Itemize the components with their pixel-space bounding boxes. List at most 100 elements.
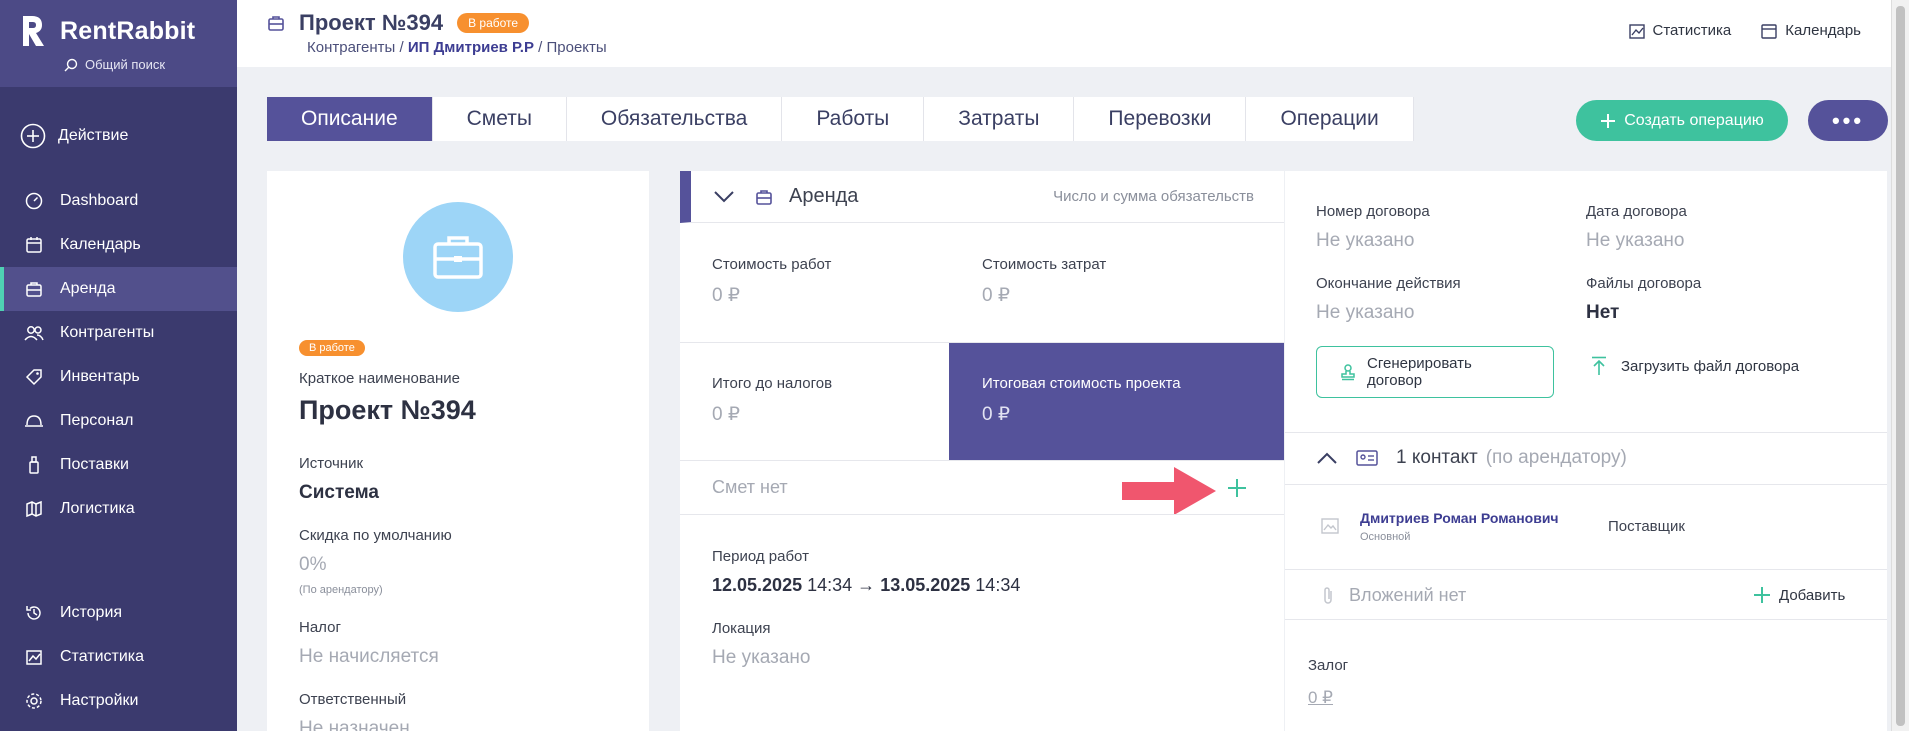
briefcase-icon: [433, 236, 483, 279]
sidebar-item-statistics[interactable]: Статистика: [0, 635, 237, 679]
scrollbar[interactable]: [1891, 0, 1909, 731]
period-label: Период работ: [712, 548, 809, 565]
contract-date-value[interactable]: Не указано: [1586, 230, 1685, 252]
tab-estimates[interactable]: Сметы: [432, 97, 567, 141]
generate-contract-button[interactable]: Сгенерировать договор: [1316, 346, 1554, 398]
sidebar-item-staff[interactable]: Персонал: [0, 399, 237, 443]
global-search[interactable]: Общий поиск: [64, 57, 217, 72]
divider: [680, 460, 1284, 461]
contact-sub: Основной: [1360, 531, 1411, 543]
statistics-label: Статистика: [1652, 22, 1732, 39]
source-value: Система: [299, 482, 379, 503]
contract-date-label: Дата договора: [1586, 203, 1687, 220]
deposit-label: Залог: [1308, 657, 1349, 674]
tax-value[interactable]: Не начисляется: [299, 646, 439, 668]
add-attachment-button[interactable]: Добавить: [1753, 586, 1845, 604]
app-name: RentRabbit: [60, 16, 196, 45]
plus-circle-icon: [20, 123, 46, 149]
contract-number-value[interactable]: Не указано: [1316, 230, 1415, 252]
responsible-value[interactable]: Не назначен: [299, 718, 410, 731]
plus-icon: [1601, 113, 1616, 128]
stamp-icon: [1341, 364, 1355, 381]
calendar-label: Календарь: [1785, 22, 1861, 39]
total-cost-value: 0 ₽: [982, 404, 1010, 425]
sidebar-item-inventory[interactable]: Инвентарь: [0, 355, 237, 399]
plus-icon: [1754, 587, 1770, 603]
dashboard-icon: [24, 191, 44, 211]
add-estimate-plus-icon[interactable]: [1227, 478, 1247, 498]
breadcrumb-contractor[interactable]: ИП Дмитриев Р.Р: [408, 39, 534, 56]
contract-end-value[interactable]: Не указано: [1316, 302, 1415, 324]
action-button[interactable]: Действие: [20, 123, 237, 149]
briefcase-icon: [756, 189, 772, 205]
discount-label: Скидка по умолчанию: [299, 527, 452, 544]
contacts-header[interactable]: 1 контакт (по арендатору): [1316, 447, 1627, 469]
sidebar-item-calendar[interactable]: Календарь: [0, 223, 237, 267]
tab-operations[interactable]: Операции: [1246, 97, 1414, 141]
deposit-value[interactable]: 0 ₽: [1308, 688, 1333, 708]
sidebar-item-supplies[interactable]: Поставки: [0, 443, 237, 487]
attachments-row: Вложений нет: [1321, 585, 1466, 606]
upload-contract-button[interactable]: Загрузить файл договора: [1591, 356, 1799, 376]
breadcrumb: Контрагенты / ИП Дмитриев Р.Р / Проекты: [307, 39, 607, 56]
tab-obligations[interactable]: Обязательства: [566, 97, 783, 141]
calendar-icon: [1761, 23, 1777, 39]
project-summary-card: В работе Краткое наименование Проект №39…: [267, 171, 649, 731]
sidebar-item-label: Статистика: [60, 648, 145, 665]
period-arrow: →: [857, 575, 876, 595]
chevron-down-icon[interactable]: [713, 190, 735, 204]
breadcrumb-projects[interactable]: Проекты: [547, 39, 607, 56]
status-badge: В работе: [299, 340, 365, 356]
sidebar-item-logistics[interactable]: Логистика: [0, 487, 237, 531]
contacts-title: 1 контакт: [1396, 447, 1478, 468]
sidebar-item-rent[interactable]: Аренда: [0, 267, 237, 311]
contacts-note: (по арендатору): [1485, 447, 1627, 468]
contract-number-label: Номер договора: [1316, 203, 1430, 220]
create-operation-label: Создать операцию: [1624, 111, 1764, 129]
tab-expenses[interactable]: Затраты: [924, 97, 1075, 141]
more-button[interactable]: •••: [1808, 100, 1888, 141]
contact-name[interactable]: Дмитриев Роман Романович: [1360, 510, 1559, 526]
logo[interactable]: RentRabbit: [20, 14, 217, 48]
divider: [1285, 432, 1887, 433]
no-attachments-label: Вложений нет: [1349, 585, 1467, 605]
sidebar-item-label: История: [60, 604, 123, 621]
create-operation-button[interactable]: Создать операцию: [1576, 100, 1788, 141]
scrollbar-thumb[interactable]: [1896, 6, 1905, 726]
divider: [1285, 619, 1887, 620]
history-icon: [24, 603, 44, 623]
discount-value[interactable]: 0%: [299, 554, 326, 576]
sidebar-item-contractors[interactable]: Контрагенты: [0, 311, 237, 355]
hardhat-icon: [24, 411, 44, 431]
breadcrumb-separator: /: [399, 39, 408, 56]
arrow-right-icon: [1122, 467, 1216, 515]
breadcrumb-contractors[interactable]: Контрагенты: [307, 39, 395, 56]
tab-transport[interactable]: Перевозки: [1074, 97, 1247, 141]
contract-card: Номер договора Не указано Дата договора …: [1285, 171, 1887, 731]
statistics-link[interactable]: Статистика: [1628, 22, 1732, 39]
top-bar-actions: Статистика Календарь: [1628, 22, 1861, 39]
sidebar-item-settings[interactable]: Настройки: [0, 679, 237, 723]
contract-files-value: Нет: [1586, 302, 1620, 323]
sidebar-item-history[interactable]: История: [0, 591, 237, 635]
sidebar-item-label: Контрагенты: [60, 324, 155, 341]
bottle-icon: [24, 455, 44, 475]
sidebar-item-label: Настройки: [60, 692, 139, 709]
contact-avatar-placeholder-icon: [1321, 518, 1339, 534]
work-cost-label: Стоимость работ: [712, 256, 832, 273]
tax-label: Налог: [299, 619, 341, 636]
chevron-up-icon[interactable]: [1316, 451, 1338, 465]
action-label: Действие: [58, 127, 129, 144]
tab-works[interactable]: Работы: [782, 97, 925, 141]
divider: [680, 514, 1284, 515]
calendar-link[interactable]: Календарь: [1761, 22, 1861, 39]
no-estimates-label: Смет нет: [712, 477, 788, 497]
location-value[interactable]: Не указано: [712, 647, 811, 669]
sidebar-item-label: Инвентарь: [60, 368, 140, 385]
total-cost-label: Итоговая стоимость проекта: [982, 375, 1181, 392]
tab-description[interactable]: Описание: [267, 97, 433, 141]
sidebar-item-dashboard[interactable]: Dashboard: [0, 179, 237, 223]
sidebar-item-label: Персонал: [60, 412, 134, 429]
upload-icon: [1592, 356, 1606, 375]
sidebar-item-label: Поставки: [60, 456, 129, 473]
